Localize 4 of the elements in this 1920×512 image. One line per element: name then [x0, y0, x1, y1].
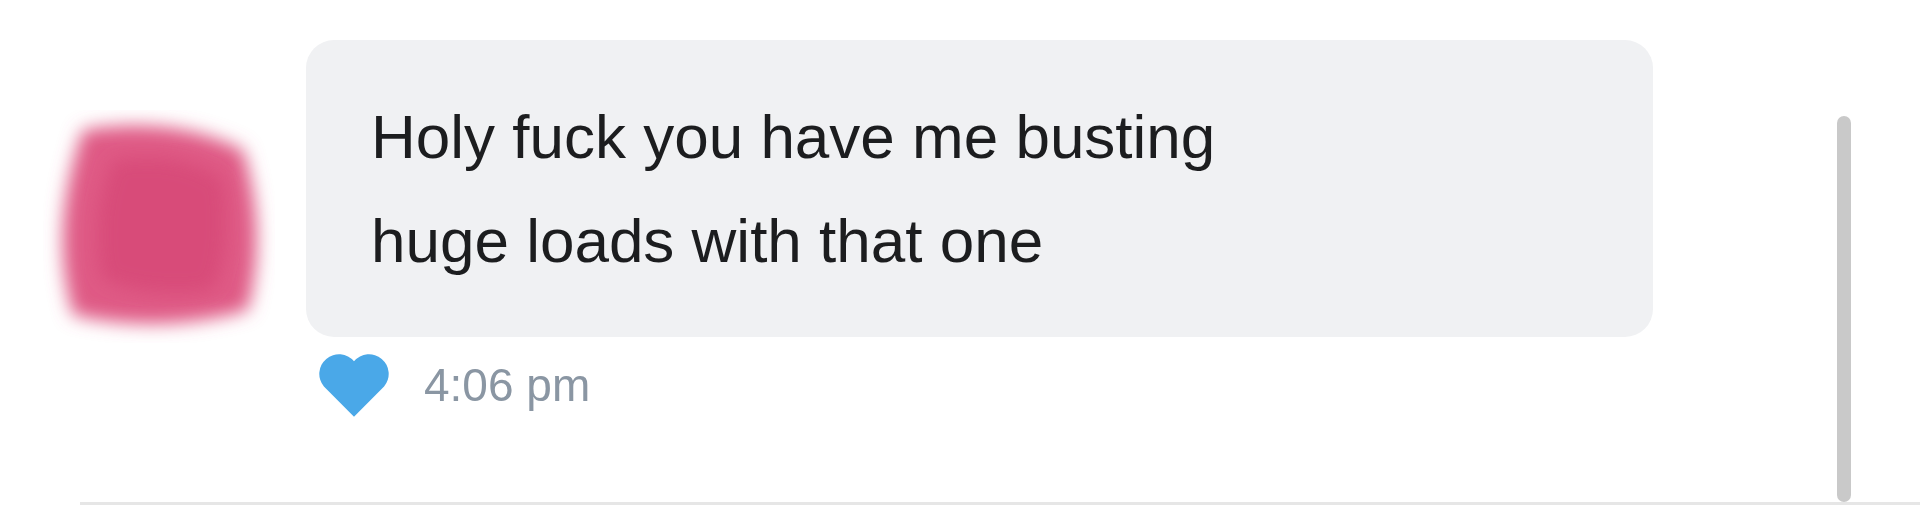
message-time: 4:06 pm — [424, 357, 591, 413]
message-text: huge loads with that one — [371, 205, 1045, 277]
scrollbar[interactable] — [1837, 116, 1851, 502]
message-text: Holy fuck you have me busting — [371, 101, 1217, 173]
